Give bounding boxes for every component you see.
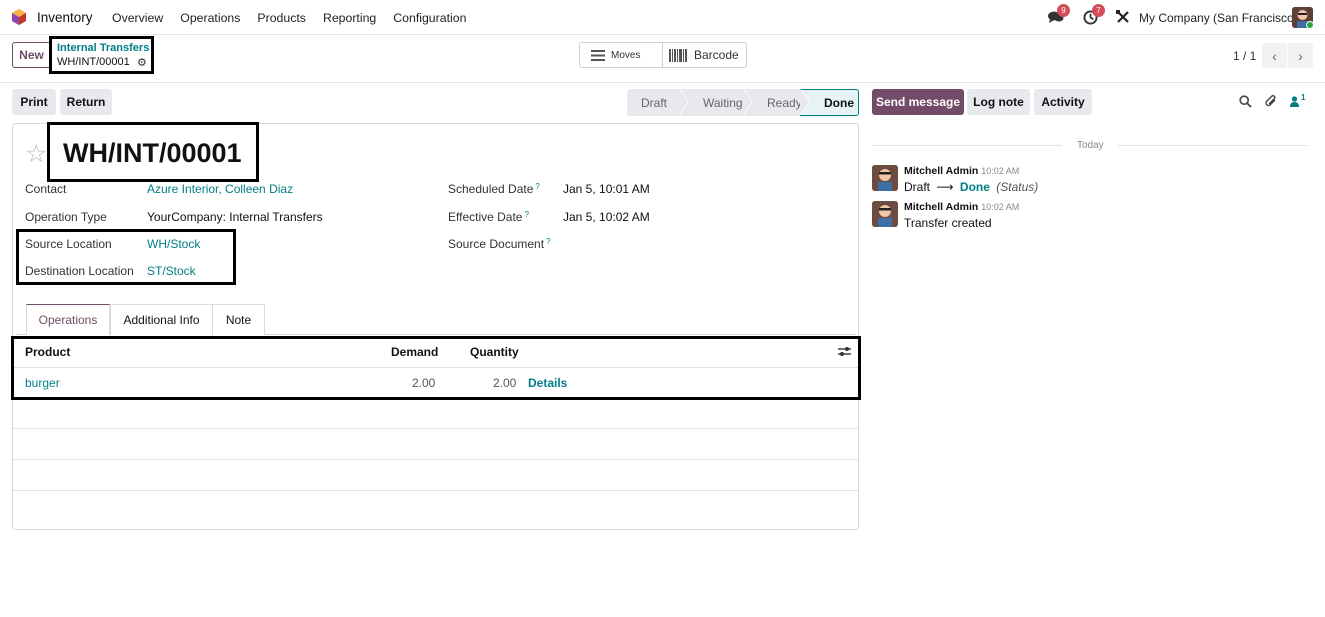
paperclip-icon[interactable]	[1264, 94, 1278, 109]
tab-note[interactable]: Note	[212, 304, 265, 335]
followers-count: 1	[1301, 93, 1306, 102]
status-from: Draft	[904, 180, 931, 194]
message-time: 10:02 AM	[981, 166, 1020, 176]
help-tooltip-icon[interactable]: ?	[546, 237, 550, 246]
menu-configuration[interactable]: Configuration	[393, 11, 466, 25]
source-document-label: Source Document?	[448, 237, 551, 251]
effective-date-field[interactable]: Jan 5, 10:02 AM	[563, 210, 650, 224]
status-bar: Draft Waiting Ready Done	[627, 89, 859, 116]
table-row-divider	[13, 459, 858, 460]
source-location-label: Source Location	[25, 237, 112, 251]
effective-date-label-text: Effective Date	[448, 210, 523, 224]
breadcrumb-parent[interactable]: Internal Transfers	[57, 42, 149, 54]
chevron-right-icon: ›	[1298, 47, 1303, 64]
stage-draft-label: Draft	[641, 95, 668, 110]
stage-ready-label: Ready	[767, 95, 802, 110]
stage-waiting-label: Waiting	[703, 95, 743, 110]
log-note-button[interactable]: Log note	[967, 89, 1030, 115]
messages-button[interactable]: 9	[1048, 4, 1070, 27]
message-author[interactable]: Mitchell Admin 10:02 AM	[904, 165, 1019, 177]
main-menu: Overview Operations Products Reporting C…	[112, 11, 483, 25]
table-row-divider	[13, 490, 858, 491]
source-location-field[interactable]: WH/Stock	[147, 237, 200, 251]
scheduled-date-label: Scheduled Date?	[448, 182, 540, 196]
person-icon	[1290, 96, 1299, 107]
return-button[interactable]: Return	[60, 89, 112, 115]
control-panel-divider	[0, 82, 1325, 83]
new-button[interactable]: New	[12, 42, 51, 68]
operation-type-field[interactable]: YourCompany: Internal Transfers	[147, 210, 323, 224]
star-favorite-icon[interactable]: ☆	[25, 139, 47, 169]
contact-label: Contact	[25, 182, 67, 196]
contact-field[interactable]: Azure Interior, Colleen Diaz	[147, 182, 293, 196]
stage-done-label: Done	[824, 95, 854, 110]
pager-previous-button[interactable]: ‹	[1262, 43, 1287, 68]
company-switcher[interactable]: My Company (San Francisco)	[1139, 11, 1298, 25]
stage-draft[interactable]: Draft	[627, 89, 689, 116]
message-body: Transfer created	[904, 216, 992, 230]
messages-badge: 9	[1057, 4, 1070, 17]
menu-reporting[interactable]: Reporting	[323, 11, 376, 25]
record-title: WH/INT/00001	[63, 138, 242, 168]
tab-operations[interactable]: Operations	[26, 304, 110, 335]
breadcrumb-current: WH/INT/00001	[57, 56, 130, 68]
scheduled-date-field[interactable]: Jan 5, 10:01 AM	[563, 182, 650, 196]
top-navbar: Inventory Overview Operations Products R…	[0, 0, 1325, 35]
activities-badge: 7	[1092, 4, 1105, 17]
inventory-app-icon[interactable]	[11, 9, 27, 25]
operation-type-label: Operation Type	[25, 210, 107, 224]
table-highlight-box	[11, 336, 861, 400]
activity-button[interactable]: Activity	[1034, 89, 1092, 115]
destination-location-label: Destination Location	[25, 264, 134, 278]
message-author-name: Mitchell Admin	[904, 201, 979, 213]
tab-additional-info[interactable]: Additional Info	[110, 304, 213, 335]
gear-icon[interactable]: ⚙	[137, 56, 147, 69]
user-avatar-icon	[872, 165, 898, 191]
barcode-label: Barcode	[694, 48, 739, 62]
chatter-date-divider	[872, 145, 1062, 146]
barcode-button[interactable]: Barcode	[662, 42, 747, 68]
user-avatar-icon	[872, 201, 898, 227]
online-status-dot	[1306, 21, 1314, 29]
message-time: 10:02 AM	[981, 202, 1020, 212]
destination-location-field[interactable]: ST/Stock	[147, 264, 196, 278]
debug-tools-icon[interactable]	[1116, 10, 1130, 24]
chatter-date-label: Today	[1077, 140, 1104, 151]
menu-products[interactable]: Products	[257, 11, 306, 25]
help-tooltip-icon[interactable]: ?	[524, 210, 528, 219]
moves-button[interactable]: Moves	[579, 42, 663, 68]
source-document-label-text: Source Document	[448, 237, 545, 251]
table-row-divider	[13, 428, 858, 429]
activities-button[interactable]: 7	[1083, 4, 1105, 27]
send-message-button[interactable]: Send message	[872, 89, 964, 115]
pager-value[interactable]: 1 / 1	[1233, 49, 1256, 63]
help-tooltip-icon[interactable]: ?	[535, 182, 539, 191]
arrow-right-icon: ⟶	[936, 180, 954, 194]
message-status-change: Draft ⟶ Done (Status)	[904, 180, 1038, 194]
app-name[interactable]: Inventory	[37, 10, 93, 25]
chatter-date-divider	[1118, 145, 1308, 146]
message-author-avatar[interactable]	[872, 201, 898, 227]
message-author-avatar[interactable]	[872, 165, 898, 191]
print-button[interactable]: Print	[12, 89, 56, 115]
barcode-icon	[669, 48, 687, 62]
pager-next-button[interactable]: ›	[1288, 43, 1313, 68]
list-icon	[591, 49, 605, 61]
followers-button[interactable]: 1	[1290, 93, 1310, 108]
menu-operations[interactable]: Operations	[180, 11, 240, 25]
status-field: (Status)	[996, 180, 1039, 194]
moves-label: Moves	[611, 49, 641, 61]
search-icon[interactable]	[1239, 95, 1252, 108]
message-author[interactable]: Mitchell Admin 10:02 AM	[904, 201, 1019, 213]
status-to: Done	[959, 180, 990, 194]
effective-date-label: Effective Date?	[448, 210, 529, 224]
menu-overview[interactable]: Overview	[112, 11, 163, 25]
message-author-name: Mitchell Admin	[904, 165, 979, 177]
scheduled-date-label-text: Scheduled Date	[448, 182, 534, 196]
chevron-left-icon: ‹	[1272, 47, 1277, 64]
